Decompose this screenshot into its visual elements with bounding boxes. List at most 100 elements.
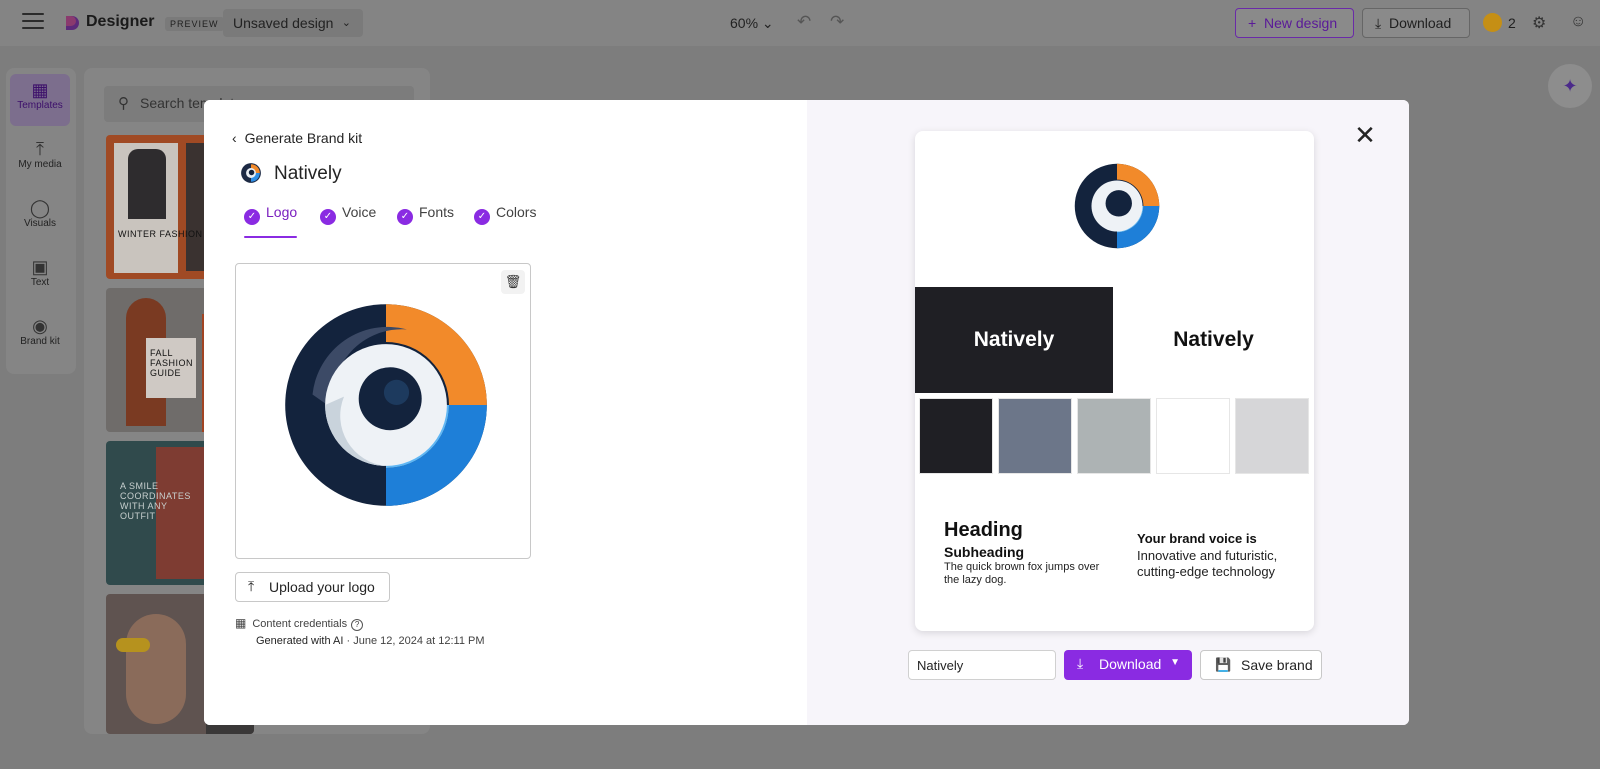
download-brand-label: Download (1099, 656, 1162, 672)
color-swatch (919, 398, 993, 474)
brand-name-input[interactable]: Natively (908, 650, 1056, 680)
coin-icon (1483, 13, 1502, 32)
color-swatches (919, 398, 1311, 474)
designer-logo-icon (66, 16, 79, 30)
new-design-label: New design (1263, 15, 1338, 31)
upload-label: Upload your logo (269, 579, 375, 595)
rail-item-brand-kit[interactable]: ◉ Brand kit (10, 310, 70, 362)
content-credentials: ▦ Content credentials? (235, 616, 364, 631)
coin-count: 2 (1508, 15, 1516, 31)
rail-item-label: Visuals (23, 218, 57, 229)
color-swatch (998, 398, 1072, 474)
chevron-down-icon: ▼ (1170, 657, 1180, 668)
left-rail: ▦ Templates ⤒ My media ◯ Visuals ▣ Text … (6, 68, 76, 374)
rail-item-text[interactable]: ▣ Text (10, 251, 70, 303)
check-icon: ✓ (397, 209, 413, 225)
brand-logo (285, 304, 487, 506)
color-swatch (1156, 398, 1230, 474)
back-button[interactable]: ‹ Generate Brand kit (232, 130, 362, 146)
new-design-button[interactable]: + New design (1235, 8, 1354, 38)
preview-badge: PREVIEW (165, 17, 224, 31)
upload-icon: ⤒ (248, 578, 255, 594)
document-name: Unsaved design (233, 15, 334, 31)
font-body-sample: The quick brown fox jumps over the lazy … (944, 561, 1100, 586)
font-heading-sample: Heading (944, 519, 1023, 541)
rail-item-visuals[interactable]: ◯ Visuals (10, 192, 70, 244)
zoom-level: 60% (730, 15, 759, 31)
save-brand-button[interactable]: 💾 Save brand (1200, 650, 1322, 680)
chevron-down-icon: ⌄ (341, 17, 351, 29)
font-subheading-sample: Subheading (944, 544, 1025, 560)
brand-preview-card: Natively Natively Heading Subheading The… (915, 131, 1314, 631)
share-icon[interactable]: ⚙ (1532, 13, 1546, 33)
brand-name-dark-sample: Natively (915, 287, 1113, 393)
brand-kit-editor: ‹ Generate Brand kit Natively ✓ Logo ✓ Voic… (204, 100, 807, 725)
brand-kit-dialog: ‹ Generate Brand kit Natively ✓ Logo ✓ Voic… (204, 100, 1409, 725)
generated-date: · June 12, 2024 at 12:11 PM (343, 635, 485, 647)
redo-icon[interactable]: ↷ (830, 12, 844, 32)
text-icon: ▣ (31, 257, 49, 277)
chevron-down-icon: ⌄ (761, 15, 774, 31)
trash-icon[interactable]: 🗑 (501, 270, 525, 294)
tab-label: Fonts (419, 204, 455, 220)
brand-logo-preview (1074, 163, 1160, 249)
rail-item-templates[interactable]: ▦ Templates (10, 74, 70, 126)
templates-icon: ▦ (31, 80, 49, 100)
rail-item-my-media[interactable]: ⤒ My media (10, 133, 70, 185)
brand-kit-preview-pane: ✕ Natively Natively Heading Subheading T… (807, 100, 1409, 725)
tab-label: Voice (342, 204, 377, 220)
color-swatch (1077, 398, 1151, 474)
plus-icon: + (1248, 15, 1257, 31)
undo-icon[interactable]: ↶ (797, 12, 811, 32)
back-label: Generate Brand kit (244, 130, 363, 146)
rail-item-label: Templates (17, 100, 63, 111)
tab-voice[interactable]: ✓ Voice (320, 204, 376, 225)
tab-fonts[interactable]: ✓ Fonts (397, 204, 454, 225)
download-icon: ⤓ (1375, 15, 1382, 31)
account-icon[interactable]: ☺ (1570, 13, 1586, 31)
brand-name-input-value: Natively (917, 658, 964, 673)
tab-label: Colors (496, 204, 537, 220)
check-icon: ✓ (244, 209, 260, 225)
brand-logo-small (241, 163, 261, 183)
palette-icon: ◉ (32, 316, 48, 336)
active-tab-indicator (244, 236, 297, 238)
thumbnail-caption: A SMILE COORDINATES WITH ANY OUTFIT (120, 481, 191, 521)
close-icon[interactable]: ✕ (1350, 120, 1380, 150)
brand-name: Natively (274, 163, 342, 184)
generated-with: Generated with AI (256, 635, 344, 647)
sparkle-icon[interactable]: ✦ (1548, 64, 1592, 108)
visuals-icon: ◯ (29, 198, 51, 218)
thumbnail-caption: FALL FASHION GUIDE (150, 348, 194, 378)
credentials-icon: ▦ (235, 616, 247, 630)
document-name-dropdown[interactable]: Unsaved design ⌄ (223, 9, 363, 37)
brand-voice-text: Innovative and futuristic, cutting-edge … (1137, 548, 1278, 579)
search-icon: ⚲ (118, 95, 129, 112)
app-name: Designer (86, 13, 155, 30)
zoom-dropdown[interactable]: 60% ⌄ (730, 15, 774, 32)
hamburger-menu-icon[interactable] (22, 13, 44, 31)
save-icon: 💾 (1215, 657, 1232, 672)
tab-label: Logo (266, 204, 298, 220)
download-label: Download (1388, 15, 1452, 31)
top-bar: Designer PREVIEW Unsaved design ⌄ 60% ⌄ … (0, 0, 1600, 46)
upload-logo-button[interactable]: ⤒ Upload your logo (235, 572, 390, 602)
check-icon: ✓ (474, 209, 490, 225)
upload-icon: ⤒ (36, 139, 44, 159)
color-swatch (1235, 398, 1309, 474)
rail-item-label: Brand kit (20, 336, 60, 347)
check-icon: ✓ (320, 209, 336, 225)
rail-item-label: My media (18, 159, 62, 170)
brand-name-light-sample: Natively (1173, 328, 1254, 351)
download-brand-button[interactable]: ⤓ Download ▼ (1064, 650, 1192, 680)
tab-logo[interactable]: ✓ Logo (244, 204, 297, 225)
download-button[interactable]: ⤓ Download (1362, 8, 1470, 38)
tab-colors[interactable]: ✓ Colors (474, 204, 536, 225)
credentials-label: Content credentials (252, 618, 348, 630)
save-brand-label: Save brand (1241, 657, 1313, 673)
logo-preview-box: 🗑 (235, 263, 531, 559)
help-icon[interactable]: ? (351, 619, 364, 631)
generated-info: Generated with AI · June 12, 2024 at 12:… (256, 635, 485, 647)
brand-voice-title: Your brand voice is (1137, 531, 1257, 546)
download-icon: ⤓ (1077, 655, 1084, 671)
